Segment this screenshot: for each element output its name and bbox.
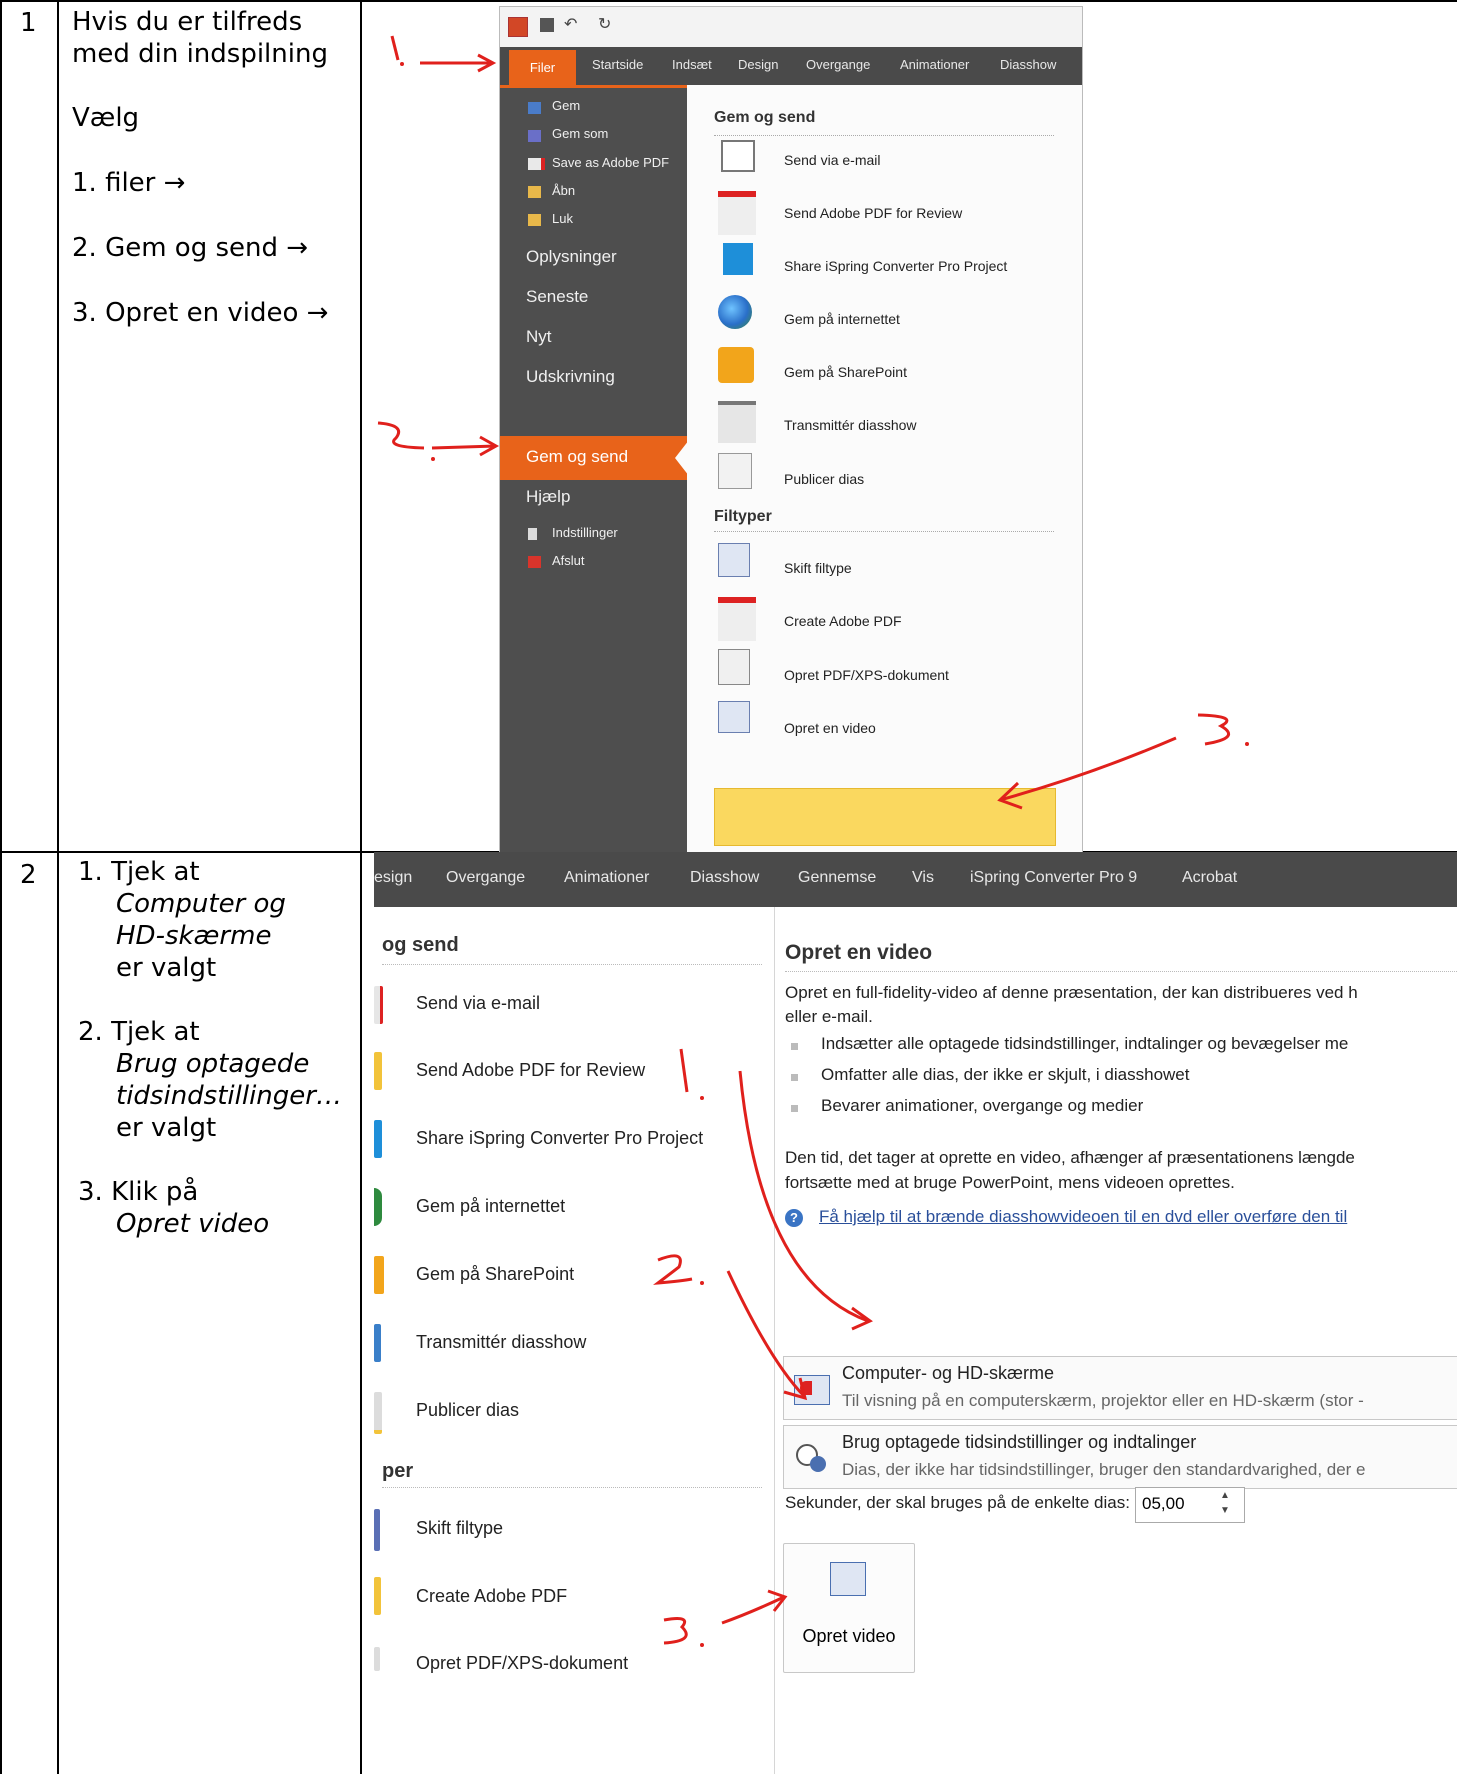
annotation-label: 1. [1, 855, 2, 856]
annotation-label: 1. [1, 1, 2, 2]
annotation-layer-2 [653, 1048, 873, 1647]
annotation-label: 3. [1, 5, 2, 6]
annotation-label: 3. [1, 859, 2, 860]
annotation-label: 2. [1, 3, 2, 4]
annotation-layer-1 [377, 35, 1249, 810]
annotation-label: 2. [1, 857, 2, 858]
